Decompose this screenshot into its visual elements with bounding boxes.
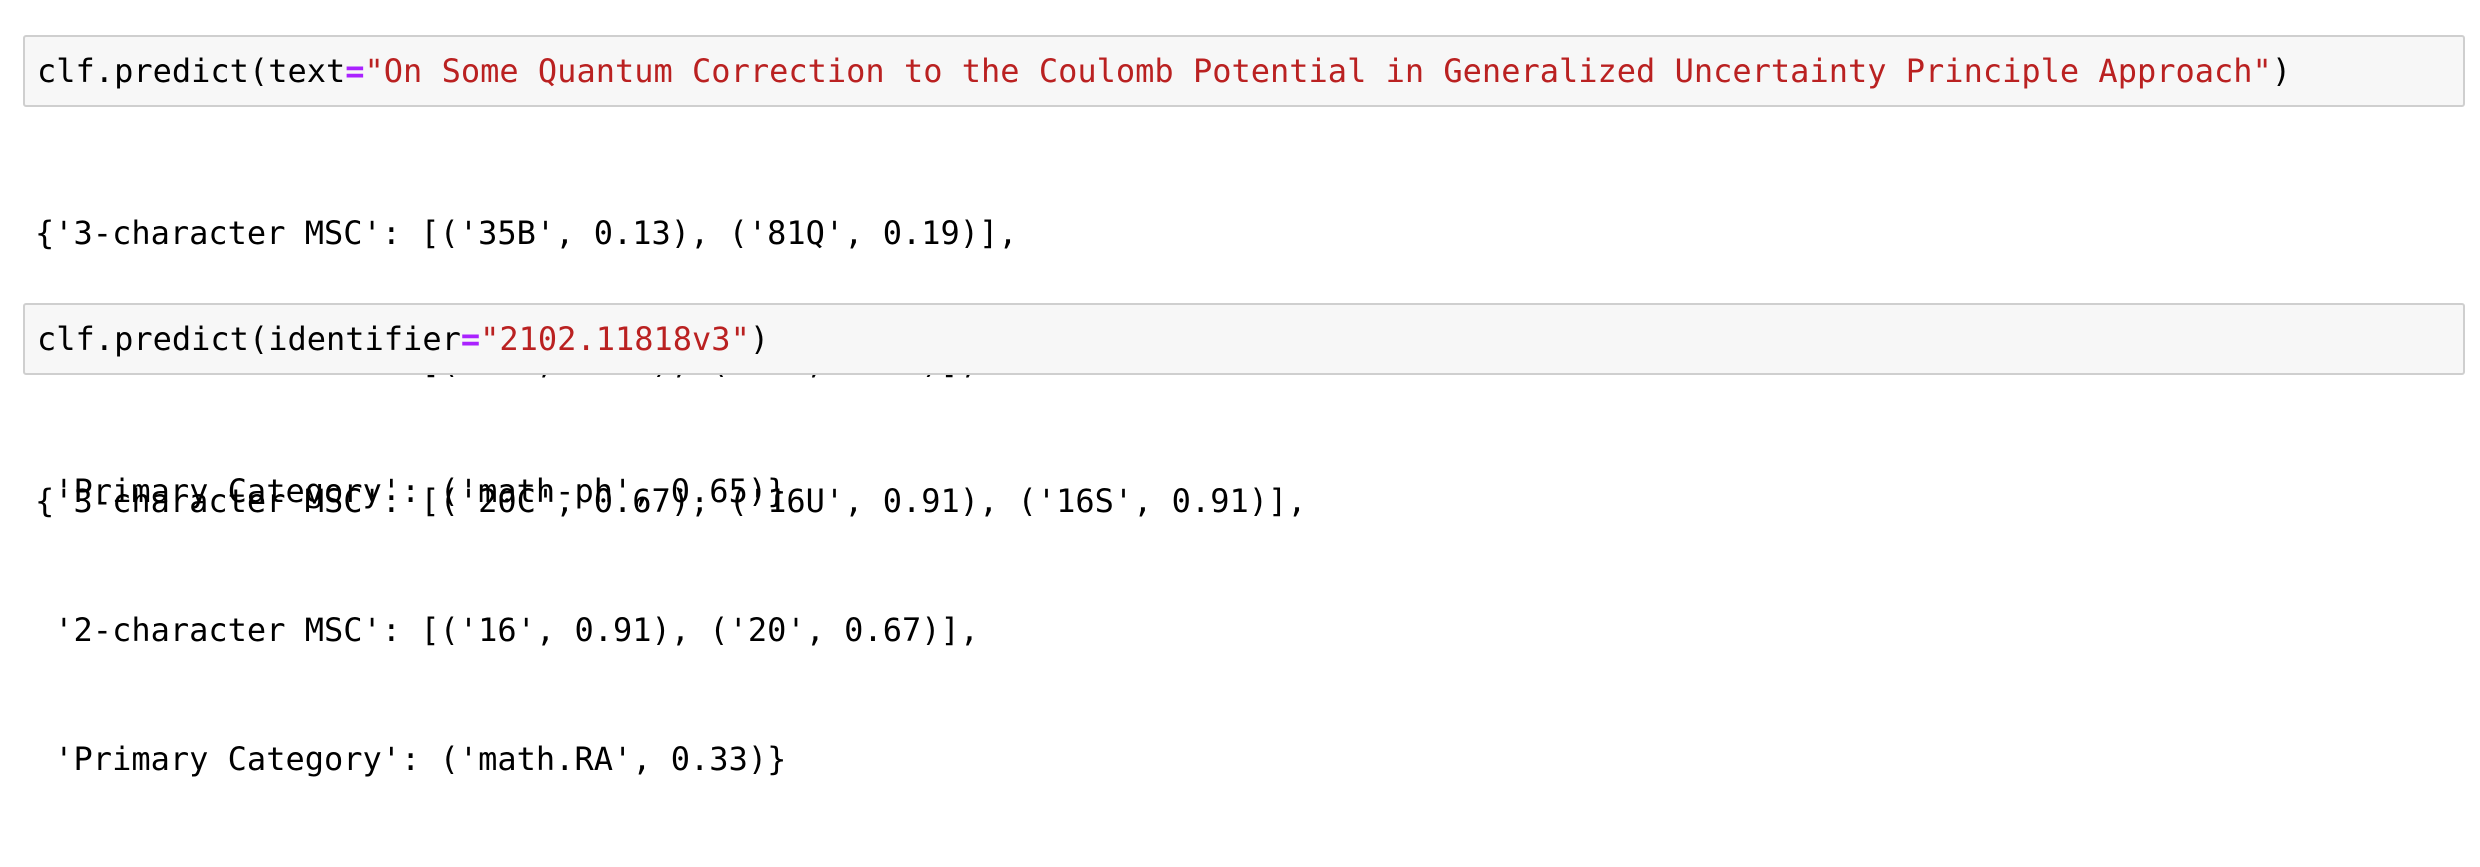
code-function: clf.predict( [37, 52, 269, 90]
code-operator: = [345, 52, 365, 90]
code-input-cell-1[interactable]: clf.predict(text="On Some Quantum Correc… [23, 35, 2465, 107]
output-line: '2-character MSC': [('16', 0.91), ('20',… [35, 611, 980, 649]
output-line: 'Primary Category': ('math.RA', 0.33)} [35, 740, 787, 778]
code-operator: = [460, 320, 481, 358]
output-area-cell-2: {'3-character MSC': [('20C', 0.67), ('16… [35, 394, 1307, 867]
code-string: "2102.11818v3" [480, 320, 750, 358]
code-line: clf.predict(identifier="2102.11818v3") [37, 305, 769, 373]
code-keyword-arg: identifier [268, 320, 461, 358]
output-line: {'3-character MSC': [('20C', 0.67), ('16… [35, 482, 1307, 520]
code-keyword-arg: text [268, 52, 346, 90]
code-function: clf.predict( [37, 320, 269, 358]
code-close-paren: ) [749, 320, 770, 358]
output-line: {'3-character MSC': [('35B', 0.13), ('81… [35, 214, 1018, 252]
code-string: "On Some Quantum Correction to the Coulo… [364, 52, 2272, 90]
code-close-paren: ) [2271, 52, 2292, 90]
code-input-cell-2[interactable]: clf.predict(identifier="2102.11818v3") [23, 303, 2465, 375]
code-line: clf.predict(text="On Some Quantum Correc… [37, 37, 2291, 105]
